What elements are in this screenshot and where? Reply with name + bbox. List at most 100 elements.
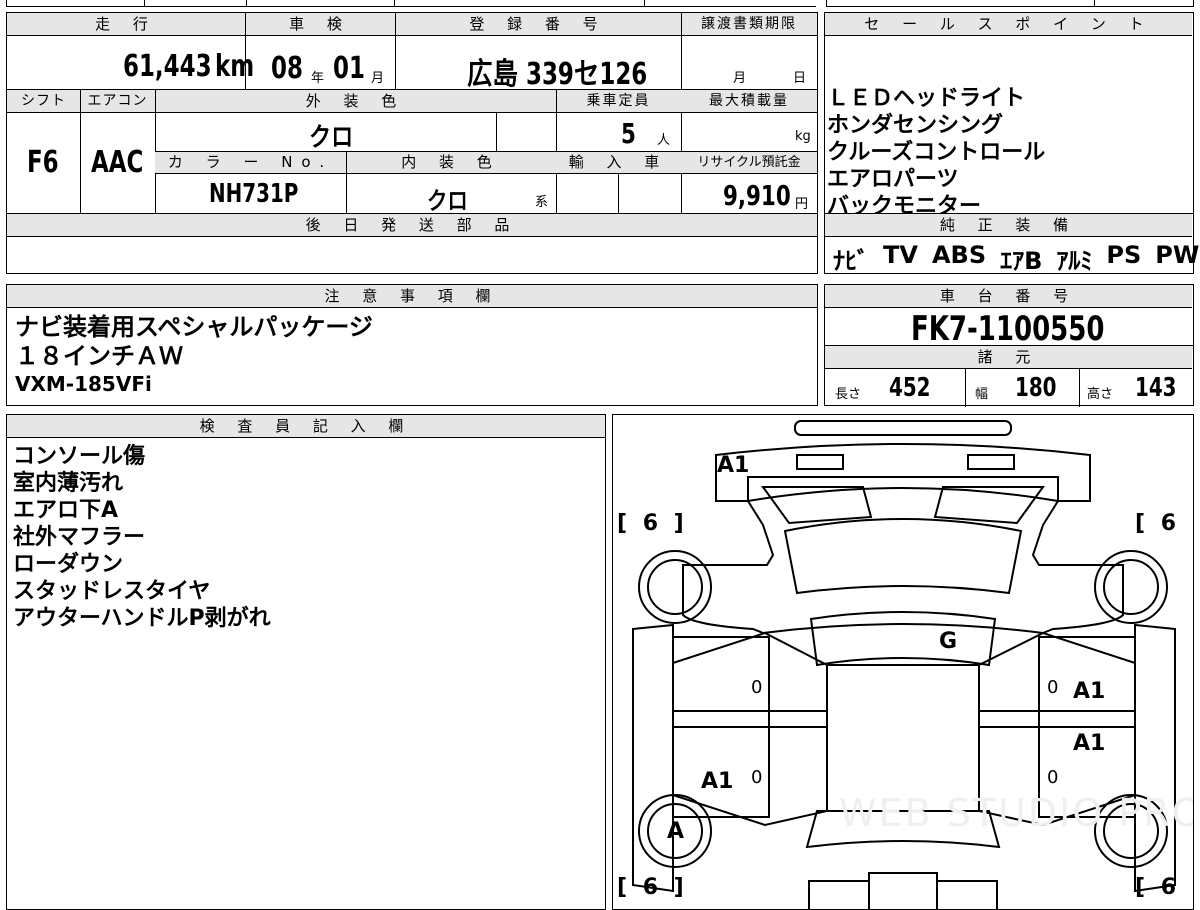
mileage-unit: km: [215, 49, 255, 84]
sales-points-panel: セ ー ル ス ポ イ ン ト ＬＥＤヘッドライト ホンダセンシング クルーズコ…: [824, 12, 1199, 276]
capacity-label: 乗車定員: [556, 90, 681, 113]
max-load-label: 最大積載量: [681, 90, 817, 113]
capacity-value: 5: [621, 117, 636, 150]
chassis-panel: 車 台 番 号 FK7-1100550 諸 元 長さ 452 幅 180 高さ …: [824, 284, 1194, 407]
top-cutoff-row: [6, 0, 1194, 8]
left-rear-door-mark: A1: [701, 769, 734, 794]
recycle-value: 9,910: [723, 179, 791, 212]
door-zero-lr: 0: [751, 767, 763, 788]
headlight-left: [796, 454, 844, 470]
inspector-line: スタッドレスタイヤ: [13, 579, 211, 604]
interior-color-value: クロ: [427, 187, 468, 215]
door-zero-lf: 0: [751, 677, 763, 698]
interior-color-unit: 系: [535, 195, 549, 210]
dimensions-label: 諸 元: [825, 346, 1192, 369]
front-grille-outline: [794, 420, 1012, 436]
interior-color-label: 内 装 色: [346, 152, 556, 174]
sales-point-item: ＬＥＤヘッドライト: [827, 86, 1026, 111]
front-left-wheel-inner: [647, 559, 703, 615]
equipment-abs: ABS: [931, 241, 987, 269]
length-value: 452: [889, 373, 931, 403]
front-left-wheel: [638, 550, 712, 624]
inspector-label: 検 査 員 記 入 欄: [7, 415, 605, 438]
shift-value: F6: [27, 145, 59, 180]
damage-diagram-panel: WEB STUDIO PRO A1 G A1 A1 A1 A 0 0 0 0 […: [612, 414, 1194, 910]
inspector-line: 室内薄汚れ: [13, 471, 124, 496]
width-label: 幅: [975, 387, 989, 402]
genuine-equipment-label: 純 正 装 備: [825, 214, 1192, 237]
height-value: 143: [1135, 373, 1177, 403]
equipment-alloy: ｱﾙﾐ: [1056, 247, 1093, 275]
notes-label: 注 意 事 項 欄: [7, 285, 817, 308]
registration-label: 登 録 番 号: [395, 13, 681, 36]
mileage-label: 走 行: [7, 13, 245, 36]
chassis-label: 車 台 番 号: [825, 285, 1192, 308]
front-right-wheel-inner: [1103, 559, 1159, 615]
note-line: １８インチＡＷ: [15, 342, 183, 370]
inspector-line: エアロ下A: [13, 498, 119, 523]
windshield: [783, 518, 1023, 595]
inspector-line: コンソール傷: [13, 444, 146, 469]
notes-panel: 注 意 事 項 欄 ナビ装着用スペシャルパッケージ １８インチＡＷ VXM-18…: [6, 284, 818, 406]
inspector-panel: 検 査 員 記 入 欄 コンソール傷 室内薄汚れ エアロ下A 社外マフラー ロー…: [6, 414, 606, 910]
rear-left-wheel-mark: A: [667, 819, 685, 844]
cabin-center: [826, 664, 980, 812]
right-rear-door-mark: A1: [1073, 731, 1106, 756]
roof-outline: [809, 611, 997, 667]
trunk-center: [868, 872, 938, 909]
recycle-unit: 円: [795, 197, 809, 212]
headlight-right: [967, 454, 1015, 470]
inspection-month: 01: [333, 51, 365, 86]
front-bumper-outline: [715, 443, 1091, 502]
sales-points-list: ＬＥＤヘッドライト ホンダセンシング クルーズコントロール エアロパーツ バック…: [827, 85, 1045, 220]
equipment-navi: ﾅﾋﾞ: [833, 247, 869, 275]
car-diagram-svg: [632, 420, 1176, 909]
equipment-tv: TV: [883, 241, 918, 269]
tire-rear-right-tread: [ 6 ]: [1135, 875, 1193, 900]
tire-rear-left-tread: [ 6 ]: [617, 875, 688, 900]
max-load-unit: kg: [795, 129, 811, 144]
notes-list: ナビ装着用スペシャルパッケージ １８インチＡＷ VXM-185VFi: [15, 313, 373, 397]
right-front-door-mark: A1: [1073, 679, 1106, 704]
tire-front-right-tread: [ 6 ]: [1135, 511, 1193, 536]
sales-points-label: セ ー ル ス ポ イ ン ト: [825, 13, 1192, 36]
registration-value: 広島 339セ126: [467, 57, 648, 92]
front-right-wheel: [1094, 550, 1168, 624]
aircon-label: エアコン: [80, 90, 155, 113]
roof-mark: G: [939, 629, 958, 654]
length-label: 長さ: [835, 387, 862, 402]
equipment-airbag: ｴｱB: [1000, 247, 1043, 275]
shift-label: シフト: [7, 90, 80, 113]
import-label: 輸 入 車: [556, 152, 681, 174]
inspection-year-unit: 年: [311, 71, 325, 86]
vehicle-info-table: 走 行 車 検 登 録 番 号 譲渡書類期限 61,443 km 08 年 01…: [6, 12, 818, 274]
front-bumper-mark: A1: [717, 453, 750, 478]
exterior-color-label: 外 装 色: [155, 90, 556, 113]
inspection-year: 08: [271, 51, 303, 86]
genuine-equipment-list: ﾅﾋﾞ TV ABS ｴｱB ｱﾙﾐ PS PW: [833, 241, 1199, 276]
color-no-label: カ ラ ー No.: [155, 152, 346, 174]
inspector-line: ローダウン: [13, 552, 124, 577]
equipment-ps: PS: [1106, 241, 1142, 269]
note-line: ナビ装着用スペシャルパッケージ: [15, 313, 373, 341]
mileage-value: 61,443: [123, 49, 212, 84]
inspection-label: 車 検: [245, 13, 395, 36]
height-label: 高さ: [1087, 387, 1114, 402]
exterior-color-value: クロ: [309, 123, 354, 153]
later-parts-label: 後 日 発 送 部 品: [7, 214, 817, 237]
inspector-line: アウターハンドルP剥がれ: [13, 606, 271, 631]
watermark: WEB STUDIO PRO: [839, 791, 1194, 835]
aircon-value: AAC: [91, 145, 144, 180]
transfer-deadline-label: 譲渡書類期限: [681, 13, 817, 36]
door-zero-rf: 0: [1047, 677, 1059, 698]
transfer-month: 月: [733, 71, 747, 86]
left-side-outline: [632, 623, 828, 893]
capacity-unit: 人: [657, 133, 671, 148]
sales-point-item: クルーズコントロール: [827, 140, 1046, 165]
door-zero-rr: 0: [1047, 767, 1059, 788]
sales-point-item: エアロパーツ: [827, 167, 959, 192]
transfer-day: 日: [793, 71, 807, 86]
width-value: 180: [1015, 373, 1057, 403]
inspector-list: コンソール傷 室内薄汚れ エアロ下A 社外マフラー ローダウン スタッドレスタイ…: [13, 443, 271, 632]
sales-point-item: ホンダセンシング: [827, 113, 1004, 138]
